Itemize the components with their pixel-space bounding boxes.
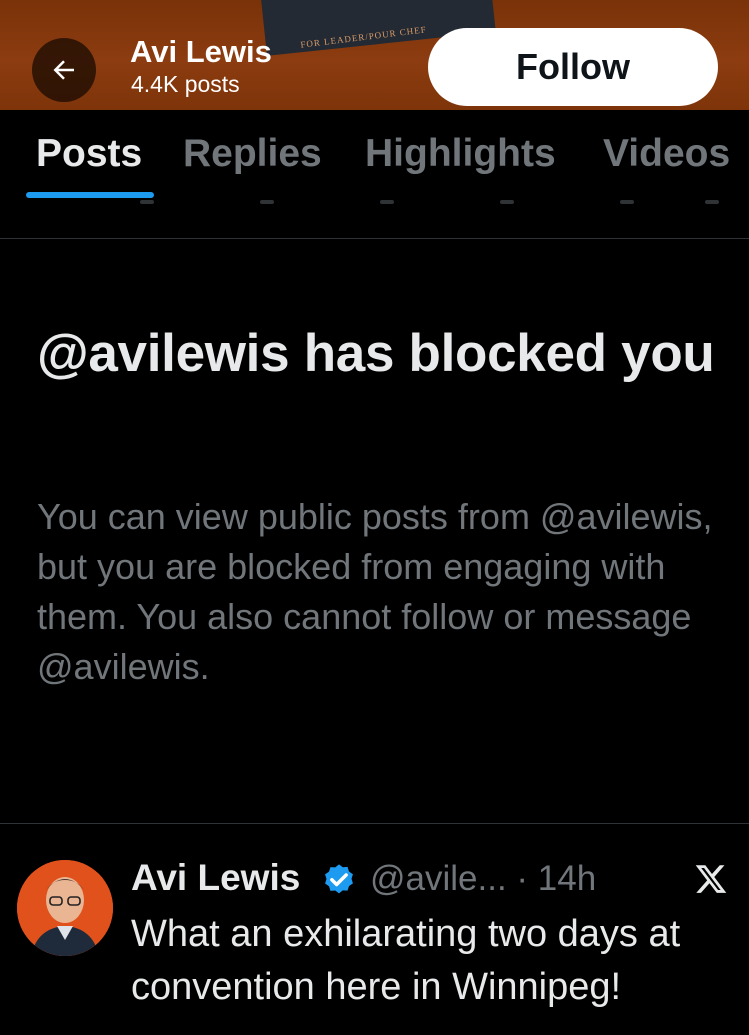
profile-name: Avi Lewis <box>130 34 272 69</box>
post-handle-time: @avile... · 14h <box>370 859 597 898</box>
blocked-description: You can view public posts from @avilewis… <box>37 496 713 687</box>
divider <box>0 238 749 239</box>
tab-replies[interactable]: Replies <box>183 132 322 176</box>
blocked-title: @avilewis has blocked you <box>37 324 715 383</box>
tab-videos[interactable]: Videos <box>603 132 730 176</box>
avatar-image <box>17 860 113 956</box>
clipped-post-actions <box>0 200 749 210</box>
x-logo-icon[interactable] <box>694 862 728 896</box>
back-arrow-icon <box>53 60 74 80</box>
tab-highlights[interactable]: Highlights <box>365 132 556 176</box>
active-tab-indicator <box>26 192 154 198</box>
avatar[interactable] <box>17 860 113 956</box>
back-button[interactable] <box>32 38 96 102</box>
post-author[interactable]: Avi Lewis <box>131 857 300 899</box>
post-text[interactable]: What an exhilarating two days at convent… <box>131 908 741 1014</box>
post-count: 4.4K posts <box>131 71 240 97</box>
verified-badge-icon <box>325 864 353 894</box>
divider <box>0 823 749 824</box>
profile-header: FOR LEADER/POUR CHEF Avi Lewis 4.4K post… <box>0 0 749 110</box>
profile-tabs: Posts Replies Highlights Videos <box>0 110 749 200</box>
follow-button[interactable]: Follow <box>428 28 718 106</box>
tab-posts[interactable]: Posts <box>36 132 142 176</box>
